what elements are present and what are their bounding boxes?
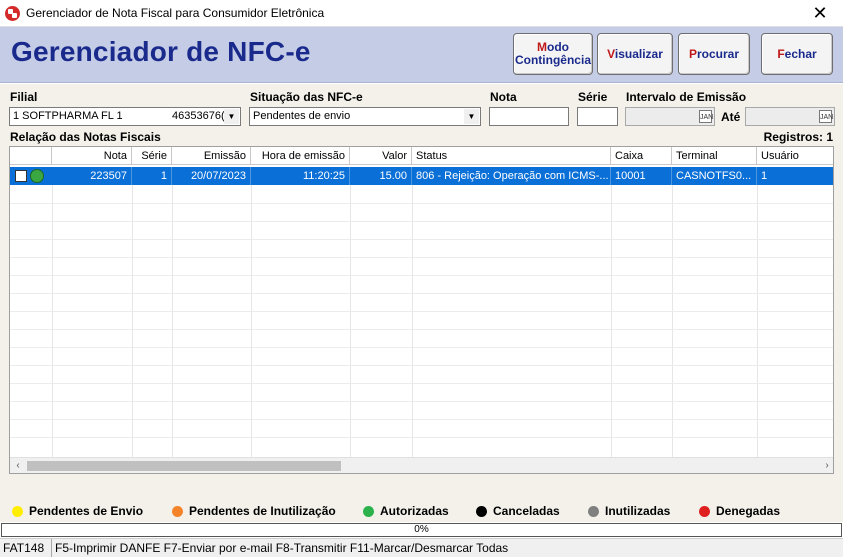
cell-serie: 1 [132, 167, 172, 185]
app-logo-icon [5, 6, 20, 21]
black-dot-icon [476, 505, 487, 517]
legend-label: Autorizadas [380, 504, 449, 518]
button-hotkey: V [607, 46, 615, 61]
table-row[interactable]: 223507 1 20/07/2023 11:20:25 15.00 806 -… [10, 167, 833, 185]
cell-nota: 223507 [52, 167, 132, 185]
progress-bar: 0% [1, 523, 842, 537]
legend-label: Inutilizadas [605, 504, 671, 518]
cell-hora: 11:20:25 [251, 167, 350, 185]
column-header-nota[interactable]: Nota [52, 147, 132, 165]
filial-select[interactable]: 1 SOFTPHARMA FL 1 46353676( ▼ [9, 107, 241, 126]
button-label: rocurar [696, 46, 740, 61]
progress-label: 0% [414, 524, 429, 535]
button-label: Contingência [514, 53, 591, 67]
column-header-status[interactable]: Status [412, 147, 611, 165]
procurar-button[interactable]: Procurar [678, 33, 750, 75]
fechar-button[interactable]: Fechar [761, 33, 833, 75]
ate-label: Até [721, 110, 741, 124]
relacao-notas-label: Relação das Notas Fiscais [10, 130, 161, 144]
orange-dot-icon [172, 505, 183, 517]
button-hotkey: F [777, 46, 785, 61]
cell-status: 806 - Rejeição: Operação com ICMS-... [412, 167, 611, 185]
notas-table[interactable]: Nota Série Emissão Hora de emissão Valor… [9, 146, 834, 474]
serie-input[interactable] [577, 107, 618, 126]
legend-item: Autorizadas [363, 504, 449, 518]
column-header-emissao[interactable]: Emissão [172, 147, 251, 165]
red-dot-icon [699, 505, 710, 517]
legend-label: Canceladas [493, 504, 560, 518]
legend-label: Pendentes de Inutilização [189, 504, 336, 518]
filial-value: 1 SOFTPHARMA FL 1 [13, 110, 123, 122]
status-legend: Pendentes de Envio Pendentes de Inutiliz… [0, 500, 843, 522]
button-hotkey: M [536, 40, 547, 54]
row-checkbox[interactable] [15, 170, 27, 182]
button-label: echar [784, 46, 817, 61]
column-header-serie[interactable]: Série [132, 147, 172, 165]
horizontal-scrollbar[interactable]: ‹ › [10, 457, 833, 473]
shortcut-hints: F5-Imprimir DANFE F7-Enviar por e-mail F… [55, 541, 509, 555]
cell-usuario: 1 [761, 170, 768, 182]
legend-item: Canceladas [476, 504, 560, 518]
status-bar: FAT148 F5-Imprimir DANFE F7-Enviar por e… [0, 538, 843, 557]
calendar-icon[interactable]: JAN [699, 110, 713, 123]
legend-item: Pendentes de Envio [12, 504, 143, 518]
table-header: Nota Série Emissão Hora de emissão Valor… [10, 147, 833, 165]
legend-item: Pendentes de Inutilização [172, 504, 336, 518]
calendar-icon[interactable]: JAN [819, 110, 833, 123]
cell-caixa: 10001 [611, 167, 672, 185]
column-header-usuario[interactable]: Usuário [757, 147, 833, 165]
data-fim-input[interactable]: JAN [745, 107, 835, 126]
filial-code: 46353676( [172, 110, 225, 122]
cell-emissao: 20/07/2023 [172, 167, 251, 185]
visualizar-button[interactable]: Visualizar [597, 33, 673, 75]
legend-item: Denegadas [699, 504, 780, 518]
cell-terminal: CASNOTFS0... [672, 167, 757, 185]
data-inicio-input[interactable]: JAN [625, 107, 715, 126]
green-dot-icon [363, 505, 374, 517]
cell-valor: 15.00 [350, 167, 412, 185]
yellow-dot-icon [12, 505, 23, 517]
column-header-select [10, 147, 52, 165]
intervalo-label: Intervalo de Emissão [626, 90, 747, 104]
situacao-value: Pendentes de envio [253, 110, 351, 122]
form-code: FAT148 [0, 539, 52, 557]
situacao-select[interactable]: Pendentes de envio ▼ [249, 107, 481, 126]
situacao-label: Situação das NFC-e [250, 90, 363, 104]
page-title: Gerenciador de NFC-e [11, 36, 311, 67]
legend-label: Pendentes de Envio [29, 504, 144, 518]
column-header-valor[interactable]: Valor [350, 147, 412, 165]
column-header-hora[interactable]: Hora de emissão [251, 147, 350, 165]
gray-dot-icon [588, 505, 599, 517]
column-header-terminal[interactable]: Terminal [672, 147, 757, 165]
window-title: Gerenciador de Nota Fiscal para Consumid… [26, 6, 325, 20]
close-icon[interactable]: ✕ [797, 0, 843, 27]
serie-label: Série [578, 90, 608, 104]
window-titlebar: Gerenciador de Nota Fiscal para Consumid… [0, 0, 843, 27]
legend-label: Denegadas [716, 504, 781, 518]
button-hotkey: P [688, 46, 697, 61]
chevron-down-icon[interactable]: ▼ [464, 109, 479, 124]
filial-label: Filial [10, 90, 38, 104]
registros-count: Registros: 1 [763, 130, 833, 144]
button-label: isualizar [614, 46, 663, 61]
status-indicator-icon [30, 169, 44, 183]
header-band: Gerenciador de NFC-e Modo Contingência V… [0, 27, 843, 83]
nota-input[interactable] [489, 107, 569, 126]
scrollbar-thumb[interactable] [27, 461, 341, 471]
chevron-down-icon[interactable]: ▼ [224, 109, 239, 124]
modo-contingencia-button[interactable]: Modo Contingência [513, 33, 593, 75]
column-header-caixa[interactable]: Caixa [611, 147, 672, 165]
scroll-right-icon[interactable]: › [819, 458, 833, 473]
scroll-left-icon[interactable]: ‹ [10, 458, 26, 473]
nota-label: Nota [490, 90, 517, 104]
button-label: odo [546, 40, 569, 54]
legend-item: Inutilizadas [588, 504, 670, 518]
